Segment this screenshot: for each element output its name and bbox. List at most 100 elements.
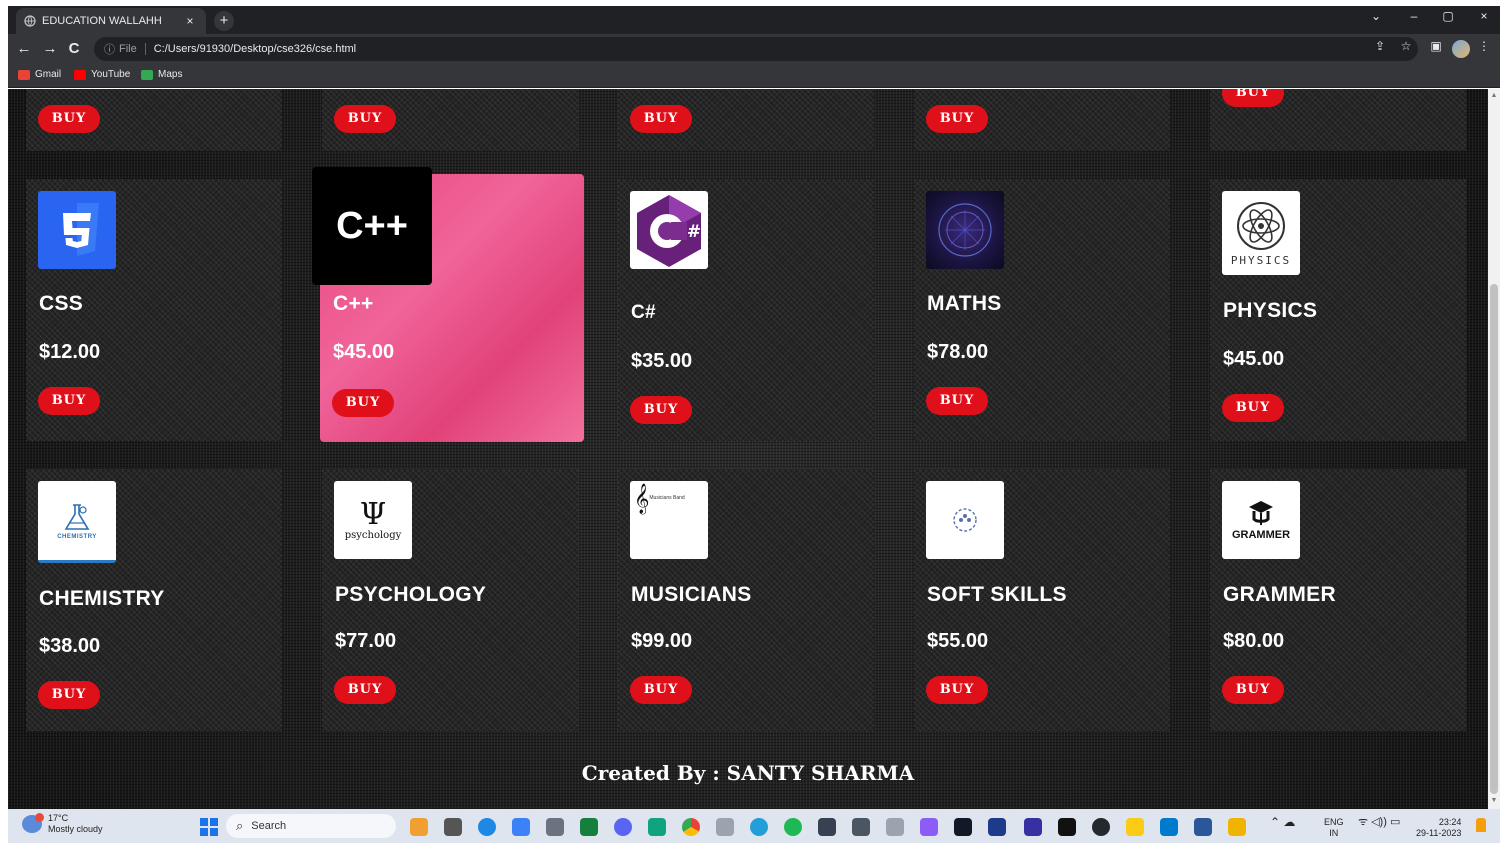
buy-button[interactable]: BUY bbox=[332, 389, 394, 417]
buy-button[interactable]: BUY bbox=[1222, 676, 1284, 704]
musicians-logo-text: Musicians Band bbox=[649, 495, 685, 501]
treble-clef-icon: 𝄞 bbox=[634, 484, 650, 514]
musicians-icon: 𝄞 Musicians Band bbox=[630, 481, 708, 559]
restore-icon[interactable]: ▢ bbox=[1438, 9, 1458, 23]
weather-temp: 17°C bbox=[48, 813, 69, 823]
bookmark-gmail[interactable]: Gmail bbox=[18, 69, 61, 80]
buy-button[interactable]: BUY bbox=[38, 387, 100, 415]
edge-icon[interactable] bbox=[478, 818, 496, 836]
vscode-icon[interactable] bbox=[1160, 818, 1178, 836]
notification-bell-icon[interactable] bbox=[1476, 818, 1486, 832]
app-icon[interactable] bbox=[954, 818, 972, 836]
app-icon[interactable] bbox=[546, 818, 564, 836]
flask-icon bbox=[64, 503, 90, 530]
share-icon[interactable]: ⇪ bbox=[1370, 39, 1390, 53]
app-icon[interactable] bbox=[580, 818, 598, 836]
course-name: C# bbox=[631, 302, 656, 323]
reload-icon[interactable]: C bbox=[64, 39, 84, 59]
minimize-icon[interactable]: – bbox=[1404, 9, 1424, 23]
browser-tab[interactable]: EDUCATION WALLAHH × bbox=[16, 8, 206, 34]
psychology-logo-text: psychology bbox=[344, 529, 402, 541]
scroll-up-icon[interactable]: ▲ bbox=[1490, 92, 1498, 100]
profile-avatar[interactable] bbox=[1452, 40, 1470, 58]
discord-icon[interactable] bbox=[614, 818, 632, 836]
course-name: MUSICIANS bbox=[631, 583, 752, 606]
buy-button[interactable]: BUY bbox=[38, 105, 100, 133]
app-icon[interactable] bbox=[920, 818, 938, 836]
close-window-icon[interactable]: × bbox=[1474, 9, 1494, 23]
course-card-maths: MATHS $78.00 BUY bbox=[914, 179, 1170, 441]
forward-icon[interactable]: → bbox=[40, 39, 60, 59]
app-icon[interactable] bbox=[886, 818, 904, 836]
bookmark-maps[interactable]: Maps bbox=[141, 69, 182, 80]
physics-logo-text: PHYSICS bbox=[1230, 253, 1292, 267]
weather-widget[interactable]: 17°C Mostly cloudy bbox=[22, 813, 103, 835]
lang-bottom: IN bbox=[1329, 828, 1339, 838]
course-card-physics: PHYSICS PHYSICS $45.00 BUY bbox=[1210, 179, 1466, 441]
app-icon[interactable] bbox=[852, 818, 870, 836]
bookmarks-bar: Gmail YouTube Maps bbox=[8, 64, 1500, 88]
address-divider bbox=[144, 43, 146, 55]
app-icon[interactable] bbox=[1126, 818, 1144, 836]
buy-button[interactable]: BUY bbox=[334, 105, 396, 133]
sidepanel-icon[interactable]: ▣ bbox=[1426, 39, 1446, 53]
buy-button[interactable]: BUY bbox=[630, 676, 692, 704]
app-icon[interactable] bbox=[1058, 818, 1076, 836]
copilot-icon[interactable] bbox=[410, 818, 428, 836]
scroll-down-icon[interactable]: ▼ bbox=[1490, 797, 1498, 805]
address-url[interactable]: C:/Users/91930/Desktop/cse326/cse.html bbox=[154, 43, 356, 55]
weather-icon bbox=[22, 813, 44, 833]
network-volume-battery-icon[interactable]: ᯤ ◁)) ▭ bbox=[1358, 817, 1400, 828]
svg-text:#: # bbox=[687, 222, 701, 242]
task-view-icon[interactable] bbox=[444, 818, 462, 836]
course-price: $45.00 bbox=[333, 341, 395, 363]
chatgpt-icon[interactable] bbox=[648, 818, 666, 836]
address-bar[interactable]: ⓘ File C:/Users/91930/Desktop/cse326/cse… bbox=[94, 37, 1418, 61]
app-icon[interactable] bbox=[1024, 818, 1042, 836]
buy-button[interactable]: BUY bbox=[38, 681, 100, 709]
course-name: C++ bbox=[333, 292, 374, 315]
back-icon[interactable]: ← bbox=[14, 39, 34, 59]
buy-button[interactable]: BUY bbox=[1222, 89, 1284, 107]
clock[interactable]: 23:24 29-11-2023 bbox=[1416, 817, 1461, 839]
course-name: SOFT SKILLS bbox=[927, 583, 1067, 606]
bookmark-label: Gmail bbox=[35, 69, 62, 80]
word-icon[interactable] bbox=[1194, 818, 1212, 836]
buy-button[interactable]: BUY bbox=[926, 676, 988, 704]
tab-strip: EDUCATION WALLAHH × + ⌄ – ▢ × bbox=[8, 6, 1500, 34]
gmail-icon bbox=[18, 69, 30, 80]
bookmark-youtube[interactable]: YouTube bbox=[74, 69, 130, 80]
buy-button[interactable]: BUY bbox=[630, 105, 692, 133]
buy-button[interactable]: BUY bbox=[630, 396, 692, 424]
scrollbar-thumb[interactable] bbox=[1490, 284, 1498, 794]
store-icon[interactable] bbox=[512, 818, 530, 836]
buy-button[interactable]: BUY bbox=[1222, 394, 1284, 422]
spotify-icon[interactable] bbox=[784, 818, 802, 836]
file-explorer-icon[interactable] bbox=[1228, 818, 1246, 836]
taskbar-search[interactable]: ⌕ Search bbox=[226, 814, 396, 838]
windows-start-icon[interactable] bbox=[200, 818, 218, 836]
app-icon[interactable] bbox=[988, 818, 1006, 836]
page-scrollbar[interactable]: ▲ ▼ bbox=[1488, 89, 1500, 809]
language-indicator[interactable]: ENG IN bbox=[1324, 817, 1344, 839]
tab-search-icon[interactable]: ⌄ bbox=[1366, 9, 1386, 23]
star-icon[interactable]: ☆ bbox=[1396, 39, 1416, 53]
chemistry-logo-text: CHEMISTRY bbox=[57, 533, 97, 540]
maps-icon bbox=[141, 69, 153, 80]
tray-overflow-icon[interactable]: ⌃ ☁ bbox=[1270, 816, 1295, 828]
buy-button[interactable]: BUY bbox=[926, 387, 988, 415]
buy-button[interactable]: BUY bbox=[926, 105, 988, 133]
menu-icon[interactable]: ⋮ bbox=[1474, 39, 1494, 53]
new-tab-button[interactable]: + bbox=[214, 11, 234, 31]
weather-desc: Mostly cloudy bbox=[48, 824, 103, 834]
info-icon[interactable]: ⓘ bbox=[104, 41, 115, 57]
github-icon[interactable] bbox=[1092, 818, 1110, 836]
chrome-icon[interactable] bbox=[682, 818, 700, 836]
app-icon[interactable] bbox=[716, 818, 734, 836]
tab-close-icon[interactable]: × bbox=[182, 14, 198, 28]
course-card: BUY bbox=[914, 89, 1170, 151]
buy-button[interactable]: BUY bbox=[334, 676, 396, 704]
grammer-logo-text: GRAMMER bbox=[1231, 529, 1291, 541]
telegram-icon[interactable] bbox=[750, 818, 768, 836]
app-icon[interactable] bbox=[818, 818, 836, 836]
